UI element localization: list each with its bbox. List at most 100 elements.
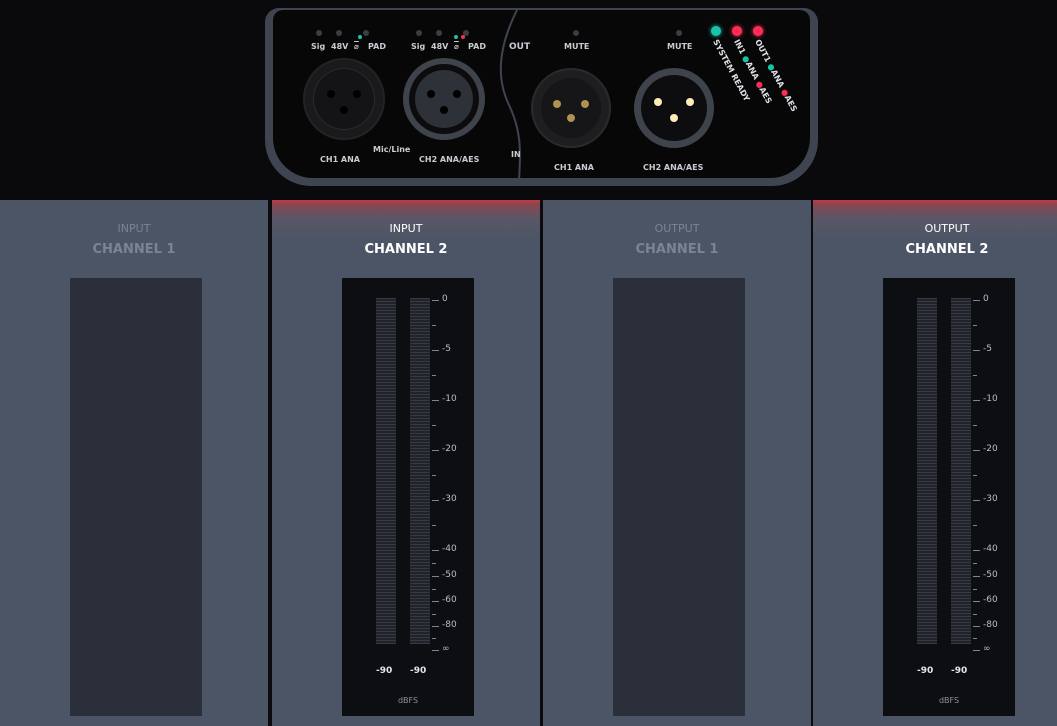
sig-led-ch2 xyxy=(416,30,422,36)
meter-minor-tick xyxy=(432,325,436,326)
output-channel-1-panel[interactable]: OUTPUT CHANNEL 1 xyxy=(543,200,811,726)
48v-led-ch1 xyxy=(336,30,342,36)
xlr-plug-ch2 xyxy=(641,75,707,141)
meter-minor-tick xyxy=(432,475,436,476)
meter-major-tick xyxy=(432,550,439,551)
meter-minor-tick xyxy=(432,425,436,426)
meter-minor-tick xyxy=(432,375,436,376)
connector-label-in-ch2: CH2 ANA/AES xyxy=(419,155,480,164)
meter-major-tick xyxy=(432,576,439,577)
meter-major-tick xyxy=(973,500,980,501)
input-channel-2-panel[interactable]: INPUT CHANNEL 2 0 -5 -10 -20 -30 -40 -50 -60 -80… xyxy=(272,200,540,726)
meter-scale-label: ∞ xyxy=(983,644,991,654)
meter-scale-label: -60 xyxy=(442,595,457,605)
meter-minor-tick xyxy=(432,614,436,615)
panel-channel-label: CHANNEL 2 xyxy=(905,242,989,257)
meter-major-tick xyxy=(973,550,980,551)
xlr-pin xyxy=(453,90,461,98)
meter-major-tick xyxy=(973,350,980,351)
meter-scale-label: -50 xyxy=(442,570,457,580)
meter-scale-label: -30 xyxy=(983,494,998,504)
meter-major-tick xyxy=(973,650,980,651)
in-ana-label: ANA xyxy=(743,60,761,82)
xlr-pin xyxy=(686,98,694,106)
xlr-pin xyxy=(340,106,348,114)
sig-label-ch1: Sig xyxy=(311,42,326,51)
panel-type-label: INPUT xyxy=(117,222,151,235)
xlr-pin xyxy=(327,90,335,98)
mute-label-ch2: MUTE xyxy=(667,42,693,51)
phase-label-ch2: ⌀ xyxy=(454,42,459,51)
xlr-plug-ch1 xyxy=(541,78,601,138)
meter-minor-tick xyxy=(973,325,977,326)
meter-scale-label: -5 xyxy=(983,344,992,354)
meter-scale-label: -10 xyxy=(442,394,457,404)
meter-major-tick xyxy=(973,626,980,627)
pad-label-ch2: PAD xyxy=(468,42,486,51)
level-meter: 0 -5 -10 -20 -30 -40 -50 -60 -80 ∞ -90 -90 dBFS xyxy=(342,278,474,716)
meter-scale-label: -80 xyxy=(442,620,457,630)
sig-led-ch1 xyxy=(316,30,322,36)
xlr-output-ch2-icon xyxy=(634,68,714,148)
meter-minor-tick xyxy=(973,563,977,564)
meter-major-tick xyxy=(432,350,439,351)
meter-minor-tick xyxy=(432,563,436,564)
mute-label-ch1: MUTE xyxy=(564,42,590,51)
peak-value-left: -90 xyxy=(376,666,393,676)
mic-line-label: Mic/Line xyxy=(373,145,411,154)
meter-unit-label: dBFS xyxy=(397,696,419,705)
in-label: IN xyxy=(511,150,521,159)
meter-minor-tick xyxy=(973,614,977,615)
meter-scale-label: -60 xyxy=(983,595,998,605)
xlr-socket-ch1 xyxy=(313,68,375,130)
level-meter: 0 -5 -10 -20 -30 -40 -50 -60 -80 ∞ -90 -90 dBFS xyxy=(883,278,1015,716)
device-header: Sig 48V ⌀ PAD Sig 48V ⌀ PAD OUT IN MUTE xyxy=(0,0,1057,200)
meter-scale-label: ∞ xyxy=(442,644,450,654)
level-meter-empty xyxy=(70,278,202,716)
meter-major-tick xyxy=(432,650,439,651)
meter-minor-tick xyxy=(432,638,436,639)
xlr-input-ch2-icon xyxy=(403,58,485,140)
phase-led-green-ch2 xyxy=(454,35,458,39)
meter-unit-label: dBFS xyxy=(938,696,960,705)
out1-label: OUT1 xyxy=(753,38,773,64)
meter-minor-tick xyxy=(973,589,977,590)
xlr-pin xyxy=(581,100,589,108)
meter-minor-tick xyxy=(432,525,436,526)
output-channel-2-panel[interactable]: OUTPUT CHANNEL 2 0 -5 -10 -20 -30 -40 -50 -60 -8… xyxy=(813,200,1057,726)
out1-status-led xyxy=(753,26,763,36)
panel-channel-label: CHANNEL 1 xyxy=(635,242,719,257)
input-channel-1-panel[interactable]: INPUT CHANNEL 1 xyxy=(0,200,268,726)
48v-label-ch1: 48V xyxy=(331,42,349,51)
meter-major-tick xyxy=(973,450,980,451)
connector-label-in-ch1: CH1 ANA xyxy=(320,155,360,164)
device-front-panel: Sig 48V ⌀ PAD Sig 48V ⌀ PAD OUT IN MUTE xyxy=(265,8,818,186)
xlr-pin xyxy=(353,90,361,98)
meter-major-tick xyxy=(432,450,439,451)
out-ana-label: ANA xyxy=(769,68,786,90)
xlr-pin xyxy=(427,90,435,98)
48v-led-ch2 xyxy=(436,30,442,36)
pad-label-ch1: PAD xyxy=(368,42,386,51)
panel-type-label: INPUT xyxy=(389,222,423,235)
meter-major-tick xyxy=(432,601,439,602)
xlr-pin xyxy=(670,114,678,122)
meter-minor-tick xyxy=(973,475,977,476)
panel-channel-label: CHANNEL 2 xyxy=(364,242,448,257)
in1-label: IN1 xyxy=(732,38,748,56)
meter-bar-left xyxy=(917,298,937,644)
meter-minor-tick xyxy=(973,375,977,376)
meter-minor-tick xyxy=(973,638,977,639)
mute-led-ch1 xyxy=(573,30,579,36)
panel-channel-label: CHANNEL 1 xyxy=(92,242,176,257)
xlr-socket-ch2 xyxy=(415,70,473,128)
xlr-pin xyxy=(440,106,448,114)
level-meter-empty xyxy=(613,278,745,716)
peak-value-right: -90 xyxy=(410,666,427,676)
xlr-input-ch1-icon xyxy=(303,58,385,140)
peak-value-right: -90 xyxy=(951,666,968,676)
meter-major-tick xyxy=(973,601,980,602)
out-aes-label: AES xyxy=(782,93,799,114)
meter-scale-label: 0 xyxy=(983,294,989,304)
meter-major-tick xyxy=(973,576,980,577)
